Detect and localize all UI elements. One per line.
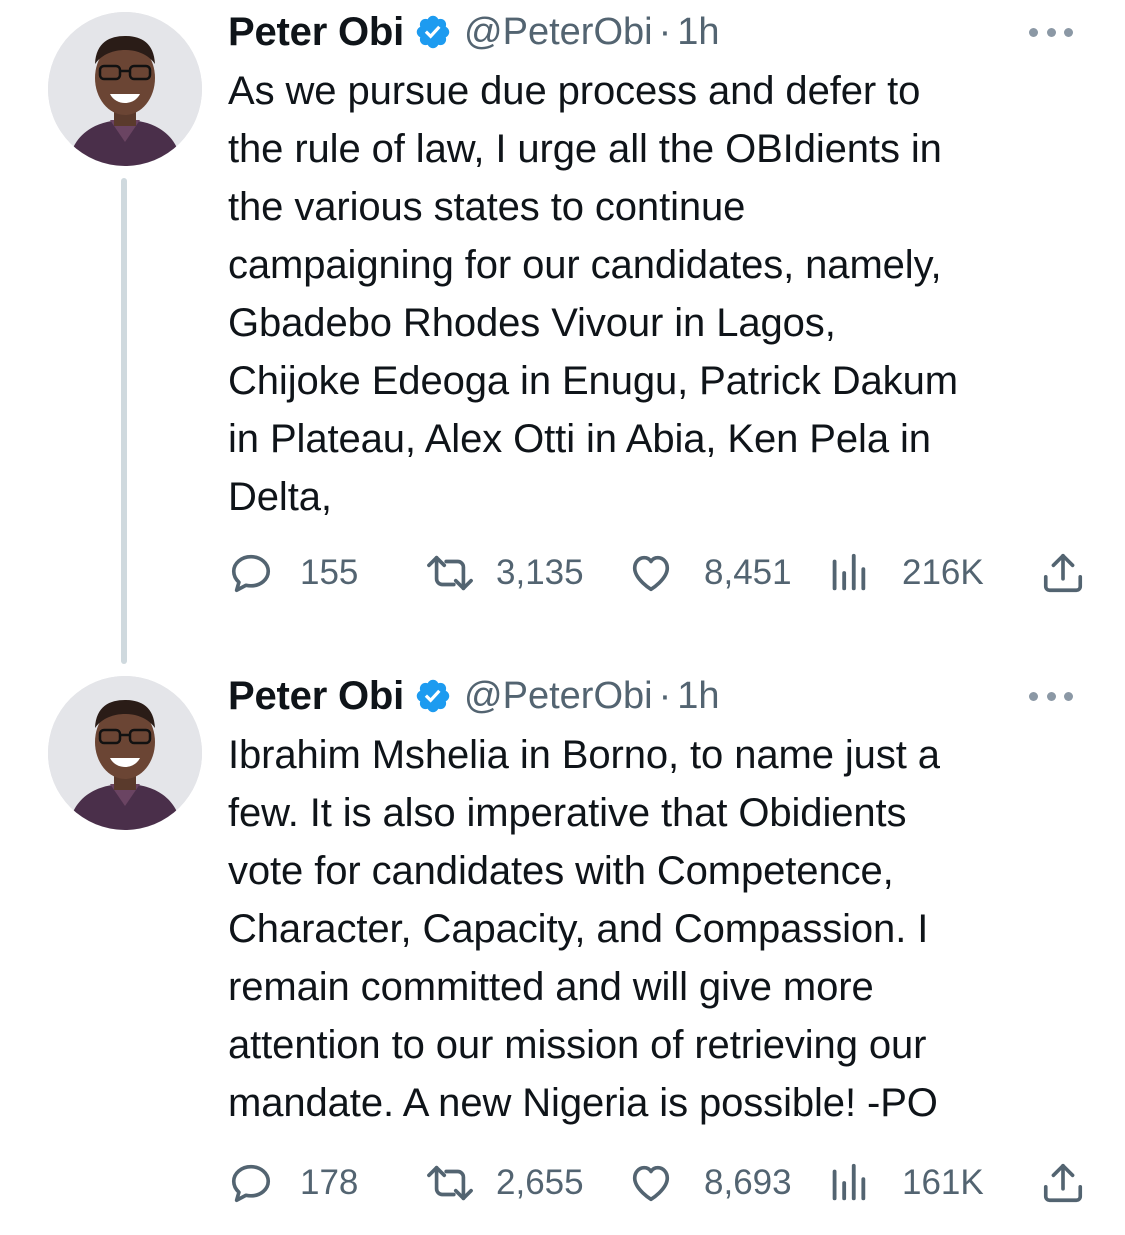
- like-button[interactable]: 8,693: [628, 1158, 792, 1208]
- share-button[interactable]: [1040, 1158, 1086, 1208]
- timestamp[interactable]: 1h: [677, 675, 719, 718]
- thread-connector-line: [121, 178, 127, 664]
- tweet-actions: 178 2,655 8,693 161K: [228, 1158, 1098, 1208]
- views-count: 216K: [902, 553, 984, 592]
- handle[interactable]: @PeterObi: [464, 675, 653, 718]
- tweet-text: Ibrahim Mshelia in Borno, to name just a…: [228, 733, 940, 1125]
- views-count: 161K: [902, 1163, 984, 1202]
- reply-count: 178: [300, 1163, 359, 1202]
- views-button[interactable]: 161K: [828, 1158, 984, 1208]
- tweet-text: As we pursue due process and defer to th…: [228, 69, 958, 519]
- share-icon: [1043, 553, 1083, 593]
- tweet[interactable]: Peter Obi @PeterObi · 1h Ibrahim Mshelia…: [0, 664, 1125, 1235]
- views-button[interactable]: 216K: [828, 548, 984, 598]
- like-count: 8,693: [704, 1163, 792, 1202]
- avatar-photo: [48, 676, 202, 830]
- timestamp[interactable]: 1h: [677, 11, 719, 54]
- reply-button[interactable]: 178: [228, 1158, 358, 1208]
- retweet-button[interactable]: 3,135: [424, 548, 584, 598]
- avatar[interactable]: [48, 12, 202, 166]
- reply-icon: [231, 554, 271, 593]
- retweet-count: 2,655: [496, 1163, 584, 1202]
- reply-count: 155: [300, 553, 359, 592]
- verified-badge-icon: [414, 13, 452, 51]
- heart-icon: [632, 555, 670, 592]
- display-name[interactable]: Peter Obi: [228, 10, 404, 55]
- share-icon: [1043, 1163, 1083, 1203]
- views-icon: [832, 553, 866, 591]
- views-icon: [832, 1163, 866, 1201]
- more-icon[interactable]: [1029, 686, 1073, 706]
- avatar[interactable]: [48, 676, 202, 830]
- retweet-button[interactable]: 2,655: [424, 1158, 584, 1208]
- reply-icon: [231, 1164, 271, 1203]
- like-count: 8,451: [704, 553, 792, 592]
- more-icon[interactable]: [1029, 22, 1073, 42]
- like-button[interactable]: 8,451: [628, 548, 792, 598]
- retweet-icon: [427, 1165, 473, 1201]
- retweet-count: 3,135: [496, 553, 584, 592]
- avatar-photo: [48, 12, 202, 166]
- verified-badge-icon: [414, 677, 452, 715]
- reply-button[interactable]: 155: [228, 548, 358, 598]
- tweet-header: Peter Obi @PeterObi · 1h: [228, 670, 720, 722]
- display-name[interactable]: Peter Obi: [228, 674, 404, 719]
- handle[interactable]: @PeterObi: [464, 11, 653, 54]
- separator-dot: ·: [658, 674, 672, 717]
- tweet-header: Peter Obi @PeterObi · 1h: [228, 6, 720, 58]
- tweet-actions: 155 3,135 8,451 216K: [228, 548, 1098, 598]
- share-button[interactable]: [1040, 548, 1086, 598]
- heart-icon: [632, 1165, 670, 1202]
- tweet[interactable]: Peter Obi @PeterObi · 1h As we pursue du…: [0, 0, 1125, 664]
- retweet-icon: [427, 555, 473, 591]
- separator-dot: ·: [658, 10, 672, 53]
